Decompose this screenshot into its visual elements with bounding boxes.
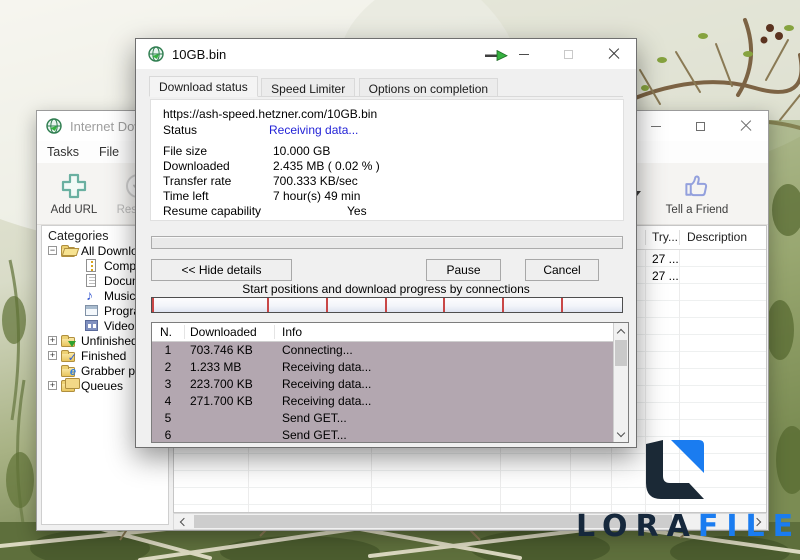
connection-start-mark — [502, 298, 505, 312]
time-left-value: 7 hour(s) 49 min — [273, 189, 361, 203]
open-folder-icon — [61, 244, 78, 257]
connection-row[interactable]: 3 223.700 KB Receiving data... — [152, 376, 613, 393]
menu-file[interactable]: File — [89, 145, 129, 159]
download-dialog: 10GB.bin Download status Speed Limiter O… — [135, 38, 637, 448]
dialog-close-button[interactable] — [591, 39, 636, 69]
main-minimize-button[interactable] — [633, 111, 678, 141]
dialog-titlebar[interactable]: 10GB.bin — [136, 39, 636, 69]
folder-check-icon — [61, 349, 78, 364]
category-item-queues[interactable]: Queues — [48, 378, 123, 393]
connections-table-header: N. Downloaded Info — [152, 323, 613, 342]
expand-expander-icon[interactable] — [48, 381, 57, 390]
transfer-rate-value: 700.333 KB/sec — [273, 174, 358, 188]
connections-bar-label: Start positions and download progress by… — [242, 282, 530, 296]
category-item-finished[interactable]: Finished — [48, 348, 126, 364]
close-icon — [608, 48, 620, 60]
dialog-tabs: Download status Speed Limiter Options on… — [149, 76, 623, 97]
file-size-label: File size — [163, 144, 208, 158]
music-note-icon — [84, 287, 101, 303]
add-url-button[interactable]: Add URL — [43, 169, 105, 223]
connection-start-mark — [267, 298, 270, 312]
thumbs-up-icon — [685, 175, 708, 197]
status-value: Receiving data... — [269, 123, 359, 137]
download-url: https://ash-speed.hetzner.com/10GB.bin — [163, 107, 378, 121]
grabber-folder-icon — [61, 364, 78, 378]
tell-a-friend-label: Tell a Friend — [665, 204, 729, 216]
folder-down-arrow-icon — [61, 334, 78, 347]
column-header-description[interactable]: Description — [687, 230, 747, 244]
document-icon — [84, 274, 101, 287]
scroll-up-button[interactable] — [614, 323, 628, 339]
menu-tasks[interactable]: Tasks — [37, 145, 89, 159]
dialog-maximize-button[interactable] — [546, 39, 591, 69]
screen: Internet Downlo Tasks File Downloads Add… — [0, 0, 800, 560]
column-header-n[interactable]: N. — [160, 325, 172, 339]
download-info-panel: https://ash-speed.hetzner.com/10GB.bin S… — [150, 99, 624, 221]
connection-start-mark — [325, 298, 328, 312]
expand-expander-icon[interactable] — [48, 336, 57, 345]
download-progress-bar — [151, 236, 623, 249]
downloaded-value: 2.435 MB ( 0.02 % ) — [273, 159, 380, 173]
add-url-plus-icon — [61, 173, 87, 199]
column-header-info[interactable]: Info — [282, 325, 302, 339]
resume-capability-value: Yes — [347, 204, 367, 218]
scroll-left-button[interactable] — [174, 514, 191, 529]
connections-table: N. Downloaded Info 1 703.746 KB Connecting… — [151, 322, 629, 443]
column-header-try[interactable]: Try... — [652, 230, 678, 244]
category-item-music[interactable]: Music — [84, 287, 135, 303]
resume-capability-label: Resume capability — [163, 204, 262, 218]
connection-start-mark — [560, 298, 563, 312]
tell-a-friend-button[interactable]: Tell a Friend — [657, 169, 737, 223]
collapse-expander-icon[interactable] — [48, 246, 57, 255]
time-left-label: Time left — [163, 189, 209, 203]
cancel-button[interactable]: Cancel — [525, 259, 599, 281]
connections-bar — [151, 297, 623, 313]
category-item-unfinished[interactable]: Unfinished — [48, 333, 138, 348]
category-item-video[interactable]: Video — [84, 318, 134, 333]
tab-speed-limiter[interactable]: Speed Limiter — [261, 78, 356, 97]
connection-row[interactable]: 5 Send GET... — [152, 410, 613, 427]
horizontal-scrollbar[interactable] — [173, 513, 767, 530]
tab-options-on-completion[interactable]: Options on completion — [358, 78, 499, 97]
connection-row[interactable]: 4 271.700 KB Receiving data... — [152, 393, 613, 410]
scrollbar-thumb[interactable] — [194, 515, 672, 528]
tab-download-status[interactable]: Download status — [149, 76, 258, 97]
idm-file-icon — [148, 46, 164, 62]
column-header-downloaded[interactable]: Downloaded — [190, 325, 257, 339]
connection-start-mark — [152, 298, 154, 312]
connection-start-mark — [384, 298, 387, 312]
close-icon — [740, 120, 752, 132]
program-window-icon — [84, 304, 101, 317]
status-label: Status — [163, 123, 198, 137]
file-size-value: 10.000 GB — [273, 144, 331, 158]
idm-app-icon — [46, 118, 62, 134]
stacked-folders-icon — [61, 378, 80, 392]
hide-details-button[interactable]: << Hide details — [151, 259, 292, 281]
download-row-try-value[interactable]: 27 ... — [652, 252, 679, 266]
connection-start-mark — [443, 298, 446, 312]
transfer-rate-label: Transfer rate — [163, 174, 232, 188]
connection-row[interactable]: 1 703.746 KB Connecting... — [152, 342, 613, 359]
main-close-button[interactable] — [723, 111, 768, 141]
scroll-down-button[interactable] — [614, 426, 628, 442]
dialog-title: 10GB.bin — [172, 46, 227, 62]
table-vertical-scrollbar[interactable] — [613, 323, 628, 442]
expand-expander-icon[interactable] — [48, 351, 57, 360]
scroll-right-button[interactable] — [749, 514, 766, 529]
connection-row[interactable]: 6 Send GET... — [152, 427, 613, 444]
main-maximize-button[interactable] — [678, 111, 723, 141]
scrollbar-thumb[interactable] — [615, 340, 627, 366]
pause-button[interactable]: Pause — [426, 259, 501, 281]
zip-file-icon — [84, 259, 101, 272]
downloaded-label: Downloaded — [163, 159, 230, 173]
add-url-label: Add URL — [50, 204, 98, 216]
video-clip-icon — [84, 319, 101, 332]
dialog-minimize-button[interactable] — [501, 39, 546, 69]
download-row-try-value[interactable]: 27 ... — [652, 269, 679, 283]
connection-row[interactable]: 2 1.233 MB Receiving data... — [152, 359, 613, 376]
